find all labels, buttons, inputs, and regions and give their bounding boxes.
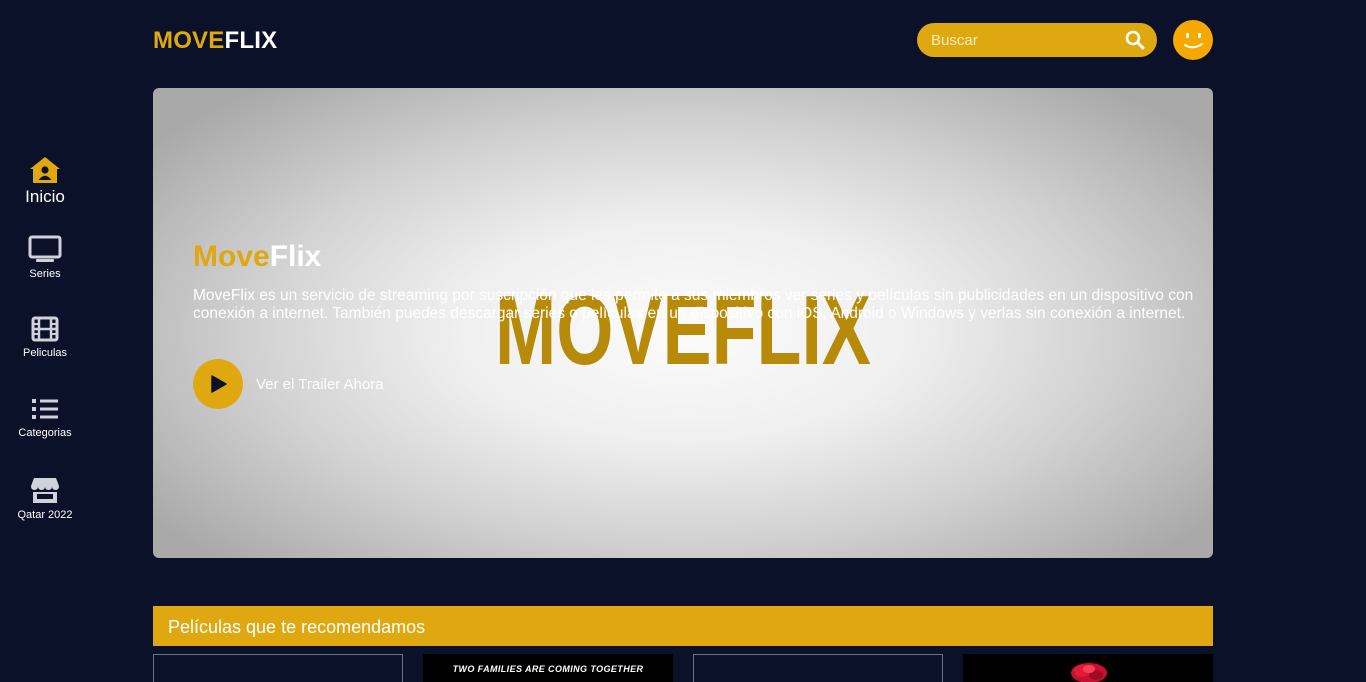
user-avatar[interactable] — [1173, 20, 1213, 60]
home-user-icon — [30, 157, 60, 183]
hero-banner: MOVEFLIX MoveFlix MoveFlix es un servici… — [153, 88, 1213, 558]
recommendations-title: Películas que te recomendamos — [168, 617, 426, 637]
hero-title-move: Move — [193, 240, 270, 273]
sidebar-label-series: Series — [29, 268, 61, 280]
movie-card[interactable]: TWO FAMILIES ARE COMING TOGETHER — [423, 654, 673, 682]
hero-background-logo: MOVEFLIX — [495, 275, 871, 385]
sidebar-label-inicio: Inicio — [25, 187, 65, 206]
sidebar-item-peliculas[interactable]: Peliculas — [0, 316, 90, 359]
movie-card[interactable] — [963, 654, 1213, 682]
search-input[interactable] — [931, 23, 1121, 57]
movie-card[interactable] — [693, 654, 943, 682]
site-logo[interactable]: MOVEFLIX — [153, 27, 277, 55]
sidebar-item-inicio[interactable]: Inicio — [0, 155, 90, 207]
page: MOVEFLIX Inicio — [0, 0, 1366, 682]
search-icon[interactable] — [1125, 30, 1145, 50]
sidebar-label-peliculas: Peliculas — [22, 347, 68, 359]
logo-part-move: MOVE — [153, 27, 225, 54]
hero-title: MoveFlix — [193, 240, 321, 274]
film-icon — [31, 316, 59, 342]
sidebar-label-categorias: Categorias — [18, 427, 72, 439]
hero-title-flix: Flix — [269, 240, 322, 273]
recommendations-header: Películas que te recomendamos — [153, 606, 1213, 646]
play-icon — [211, 375, 227, 393]
movie-poster-art — [1071, 663, 1107, 682]
sidebar-label-qatar-2022: Qatar 2022 — [17, 509, 73, 521]
smiley-icon — [1184, 33, 1203, 49]
movie-card[interactable] — [153, 654, 403, 682]
list-icon — [32, 399, 58, 419]
hero-description: MoveFlix es un servicio de streaming por… — [193, 287, 1194, 322]
store-icon — [31, 478, 59, 503]
movie-card-caption: TWO FAMILIES ARE COMING TOGETHER — [452, 664, 644, 674]
tv-icon — [28, 235, 62, 262]
sidebar-item-categorias[interactable]: Categorias — [0, 396, 90, 439]
sidebar-item-series[interactable]: Series — [0, 235, 90, 280]
play-trailer-button[interactable] — [193, 359, 243, 409]
logo-part-flix: FLIX — [224, 27, 278, 54]
search-bar — [917, 23, 1157, 57]
trailer-link[interactable]: Ver el Trailer Ahora — [256, 376, 384, 393]
sidebar-item-qatar-2022[interactable]: Qatar 2022 — [0, 476, 90, 521]
